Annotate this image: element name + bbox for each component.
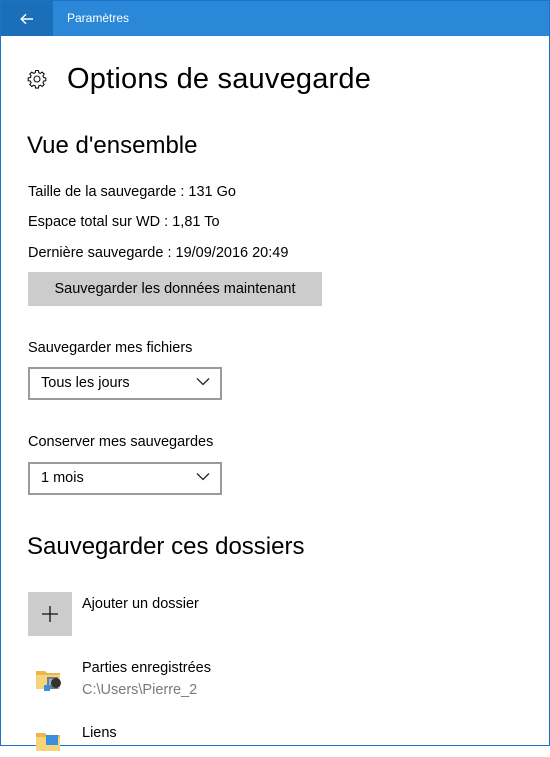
folder-item-name: Parties enregistrées (82, 660, 211, 676)
add-folder-button[interactable] (28, 592, 72, 636)
plus-icon (42, 606, 58, 622)
last-backup-text: Dernière sauvegarde : 19/09/2016 20:49 (28, 245, 289, 261)
page-header: Options de sauvegarde (27, 59, 371, 99)
frequency-dropdown[interactable]: Tous les jours (28, 367, 222, 400)
retention-selected-value: 1 mois (41, 470, 84, 486)
retention-label: Conserver mes sauvegardes (28, 434, 214, 450)
backup-size-text: Taille de la sauvegarde : 131 Go (28, 184, 236, 200)
page-title: Options de sauvegarde (67, 62, 372, 95)
back-arrow-icon (20, 13, 33, 24)
chevron-down-icon (196, 378, 210, 386)
title-bar: Paramètres (1, 1, 549, 36)
backup-now-button[interactable]: Sauvegarder les données maintenant (28, 272, 322, 306)
folder-item-name: Liens (82, 725, 117, 741)
saved-games-folder-icon (36, 671, 61, 691)
folder-item-path: C:\Users\Pierre_2 (82, 682, 198, 698)
gear-icon (27, 69, 47, 89)
add-folder-label[interactable]: Ajouter un dossier (82, 596, 199, 612)
section-title-folders: Sauvegarder ces dossiers (27, 533, 305, 560)
retention-dropdown[interactable]: 1 mois (28, 462, 222, 495)
total-space-text: Espace total sur WD : 1,81 To (28, 214, 220, 230)
section-title-overview: Vue d'ensemble (27, 132, 198, 159)
frequency-label: Sauvegarder mes fichiers (28, 340, 193, 356)
frequency-selected-value: Tous les jours (41, 375, 130, 391)
window-title: Paramètres (67, 11, 130, 25)
chevron-down-icon (196, 473, 210, 481)
links-folder-icon (36, 733, 60, 751)
back-button[interactable] (1, 1, 53, 36)
